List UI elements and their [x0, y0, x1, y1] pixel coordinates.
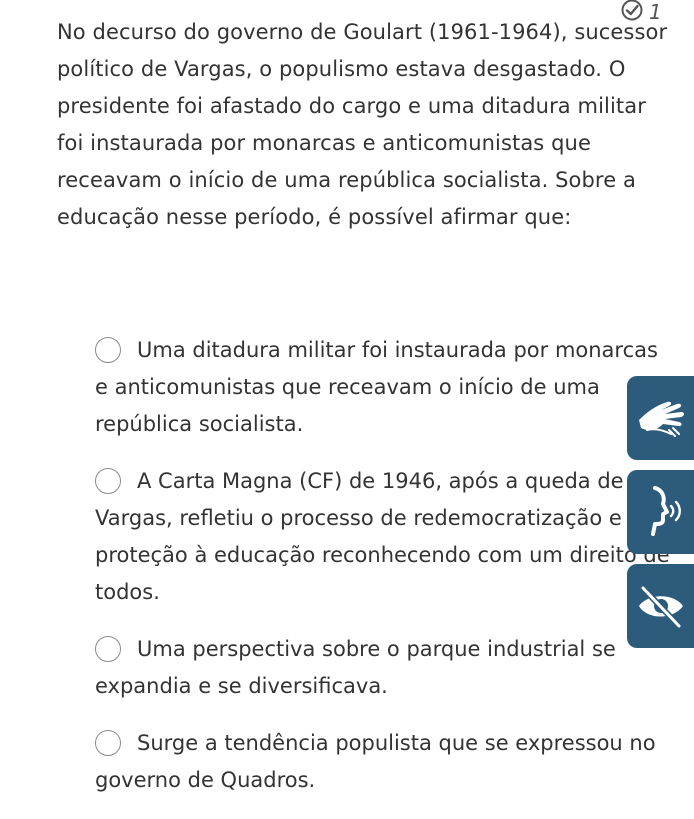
audio-speech-button[interactable] [627, 470, 694, 554]
option-label: Surge a tendência populista que se expre… [95, 731, 656, 792]
sign-language-icon [633, 390, 689, 446]
eye-slash-icon [633, 578, 689, 634]
question-text: No decurso do governo de Goulart (1961-1… [57, 20, 668, 229]
audio-speech-icon [633, 482, 689, 542]
radio-button[interactable] [95, 730, 121, 756]
option-label: A Carta Magna (CF) de 1946, após a queda… [95, 469, 670, 604]
radio-button[interactable] [95, 636, 121, 662]
radio-button[interactable] [95, 468, 121, 494]
option-3[interactable]: Uma perspectiva sobre o parque industria… [95, 631, 670, 705]
option-label: Uma ditadura militar foi instaurada por … [95, 338, 658, 436]
sign-language-button[interactable] [627, 376, 694, 460]
option-label: Uma perspectiva sobre o parque industria… [95, 637, 616, 698]
option-2[interactable]: A Carta Magna (CF) de 1946, após a queda… [95, 463, 670, 611]
option-1[interactable]: Uma ditadura militar foi instaurada por … [95, 332, 670, 443]
answer-options: Uma ditadura militar foi instaurada por … [95, 332, 670, 819]
radio-button[interactable] [95, 337, 121, 363]
high-contrast-button[interactable] [627, 564, 694, 648]
option-4[interactable]: Surge a tendência populista que se expre… [95, 725, 670, 799]
